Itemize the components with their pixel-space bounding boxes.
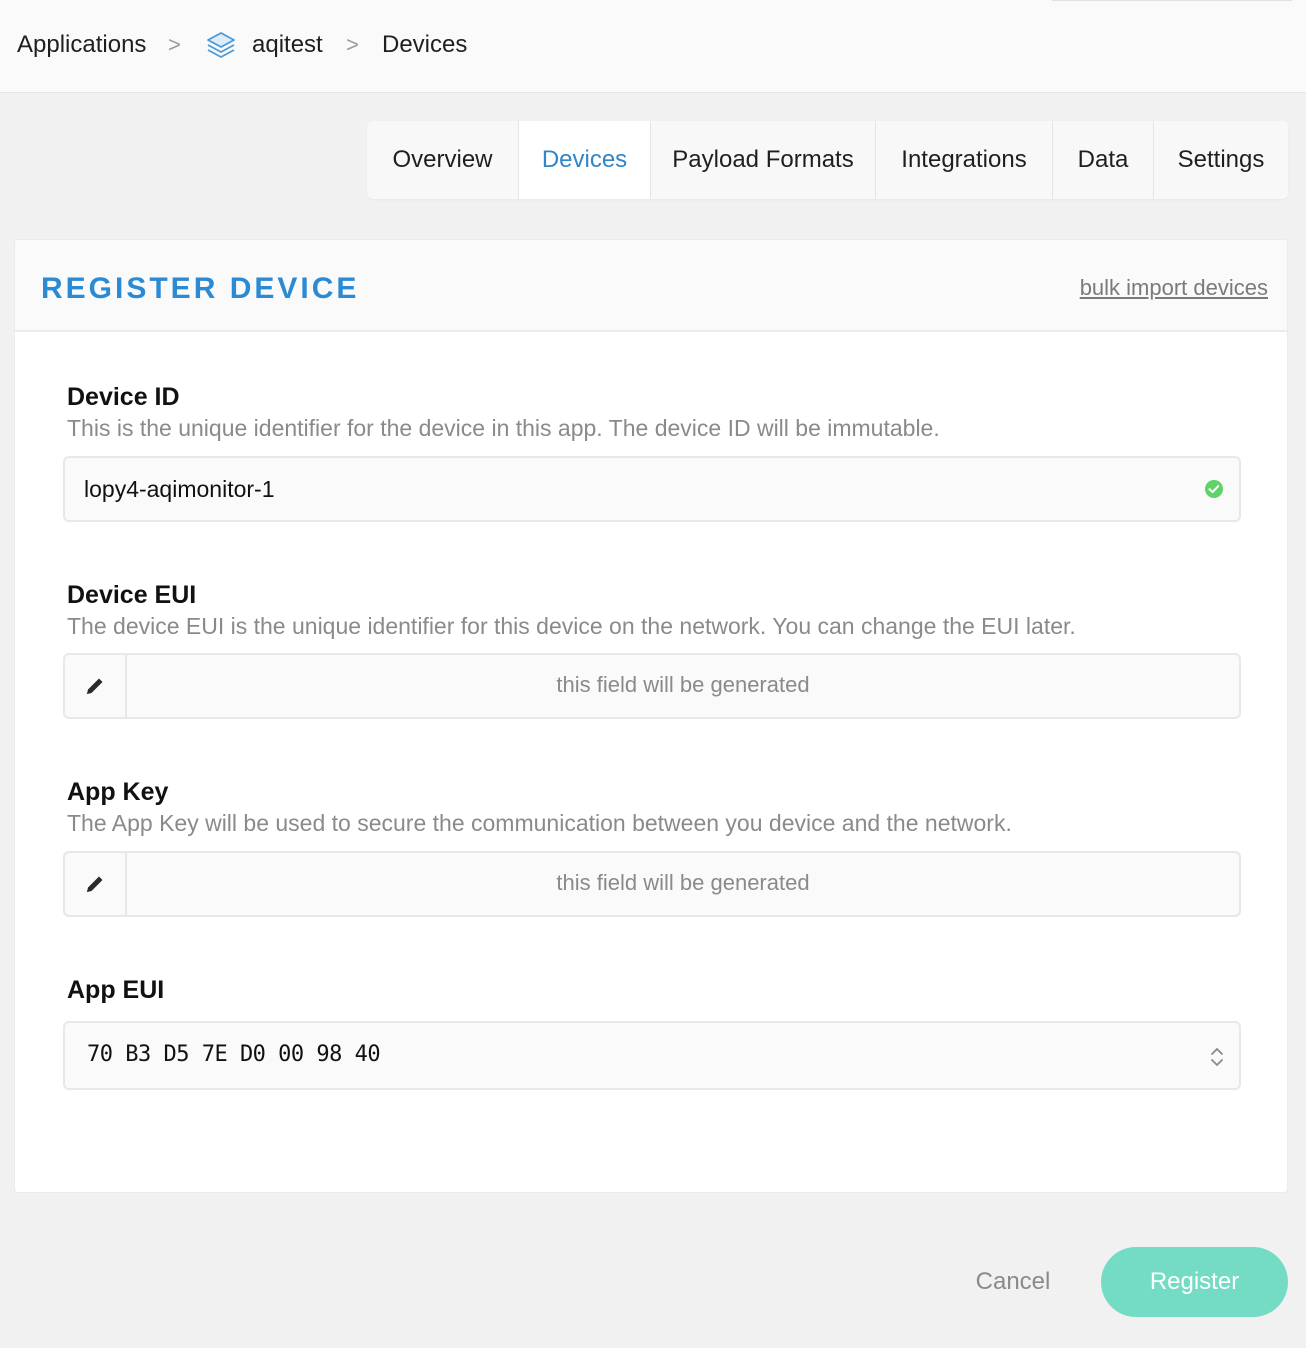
device-id-label: Device ID bbox=[67, 383, 180, 411]
breadcrumb-applications[interactable]: Applications bbox=[17, 30, 146, 60]
tab-data[interactable]: Data bbox=[1053, 121, 1154, 199]
device-eui-label: Device EUI bbox=[67, 581, 197, 609]
page-title: REGISTER DEVICE bbox=[41, 272, 360, 305]
breadcrumb-separator: > bbox=[168, 32, 181, 57]
device-id-description: This is the unique identifier for the de… bbox=[67, 415, 940, 441]
app-key-label: App Key bbox=[67, 778, 169, 806]
tab-payload-formats[interactable]: Payload Formats bbox=[651, 121, 876, 199]
cancel-button[interactable]: Cancel bbox=[958, 1260, 1068, 1304]
device-eui-description: The device EUI is the unique identifier … bbox=[67, 613, 1076, 639]
app-eui-select[interactable]: 70 B3 D5 7E D0 00 98 40 bbox=[63, 1021, 1241, 1090]
app-key-field[interactable]: this field will be generated bbox=[63, 851, 1241, 917]
app-eui-label: App EUI bbox=[67, 976, 165, 1004]
pencil-icon bbox=[87, 876, 103, 892]
card-header: REGISTER DEVICE bulk import devices bbox=[15, 240, 1287, 332]
pencil-icon bbox=[87, 678, 103, 694]
device-eui-placeholder: this field will be generated bbox=[556, 672, 810, 697]
bulk-import-link[interactable]: bulk import devices bbox=[1080, 275, 1268, 301]
app-key-edit-button[interactable] bbox=[65, 853, 127, 915]
device-id-value: lopy4-aqimonitor-1 bbox=[84, 476, 275, 502]
app-tabs: Overview Devices Payload Formats Integra… bbox=[367, 121, 1288, 199]
app-eui-value: 70 B3 D5 7E D0 00 98 40 bbox=[87, 1042, 381, 1067]
top-bar: Applications > aqitest > Devices bbox=[0, 0, 1306, 93]
layers-icon bbox=[207, 32, 235, 58]
device-id-field[interactable]: lopy4-aqimonitor-1 bbox=[63, 456, 1241, 522]
app-key-placeholder: this field will be generated bbox=[556, 870, 810, 895]
breadcrumb-separator: > bbox=[346, 32, 359, 57]
device-eui-edit-button[interactable] bbox=[65, 655, 127, 717]
breadcrumb-app[interactable]: aqitest bbox=[252, 30, 323, 60]
tab-integrations[interactable]: Integrations bbox=[876, 121, 1053, 199]
tab-overview[interactable]: Overview bbox=[367, 121, 519, 199]
top-divider bbox=[1052, 0, 1292, 1]
tab-settings[interactable]: Settings bbox=[1154, 121, 1288, 199]
app-key-description: The App Key will be used to secure the c… bbox=[67, 810, 1012, 836]
check-circle-icon bbox=[1205, 480, 1223, 498]
register-button[interactable]: Register bbox=[1101, 1247, 1288, 1317]
device-eui-field[interactable]: this field will be generated bbox=[63, 653, 1241, 719]
register-device-card: REGISTER DEVICE bulk import devices Devi… bbox=[14, 239, 1288, 1193]
tab-devices[interactable]: Devices bbox=[519, 121, 651, 199]
breadcrumb-current: Devices bbox=[382, 31, 468, 58]
up-down-chevron-icon bbox=[1211, 1048, 1223, 1066]
